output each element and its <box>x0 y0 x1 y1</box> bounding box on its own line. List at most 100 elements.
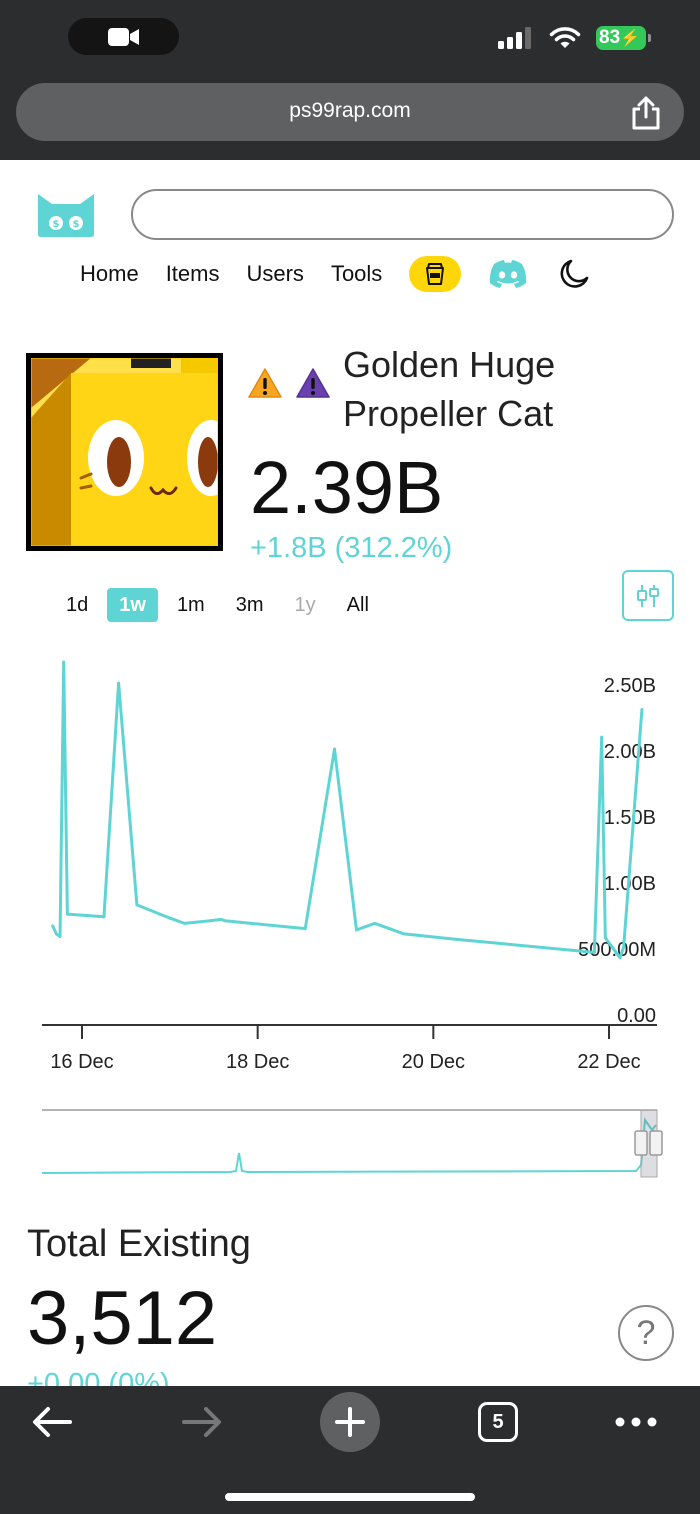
forward-button[interactable] <box>180 1400 224 1444</box>
y-tick-label: 2.50B <box>604 675 656 697</box>
range-1d[interactable]: 1d <box>54 588 100 622</box>
dark-mode-toggle[interactable] <box>558 258 590 290</box>
price-point <box>208 919 212 923</box>
price-point <box>168 916 172 920</box>
price-point <box>592 950 596 954</box>
range-1m[interactable]: 1m <box>165 588 217 622</box>
candlestick-toggle-button[interactable] <box>622 570 674 621</box>
more-menu-button[interactable] <box>614 1400 658 1444</box>
price-point <box>62 660 66 664</box>
navigator-series-line <box>41 1117 657 1174</box>
purple-warning-icon[interactable] <box>296 368 330 398</box>
y-tick-label: 500.00M <box>578 939 656 961</box>
cellular-signal-icon <box>498 27 531 49</box>
price-point <box>600 735 604 739</box>
battery-level: 83 <box>599 27 621 48</box>
address-bar[interactable]: ps99rap.com <box>16 83 684 141</box>
nav-home[interactable]: Home <box>80 261 139 287</box>
wifi-icon <box>549 27 581 48</box>
price-point <box>117 681 121 685</box>
total-existing-value: 3,512 <box>27 1276 218 1361</box>
price-point <box>219 917 223 921</box>
video-camera-icon <box>108 28 139 46</box>
web-page: $ $ Home Items Users Tools Golden Huge P… <box>0 160 700 1386</box>
price-point <box>58 935 62 939</box>
golden-propeller-cat-image <box>31 358 218 546</box>
navigator-left-handle <box>634 1130 648 1156</box>
coffee-cup-icon <box>426 263 445 285</box>
price-chart[interactable]: 16 Dec 18 Dec 20 Dec 22 Dec0.00500.00M1.00B… <box>0 650 700 1190</box>
range-1w[interactable]: 1w <box>107 588 158 622</box>
price-point <box>65 912 69 916</box>
browser-top-chrome: 83⚡ ps99rap.com <box>0 0 700 160</box>
nav-users[interactable]: Users <box>246 261 303 287</box>
navigator-right-handle <box>649 1130 663 1156</box>
question-mark-icon: ? <box>636 1313 656 1352</box>
price-point <box>402 932 406 936</box>
warning-icon[interactable] <box>248 368 282 398</box>
charging-bolt-icon: ⚡ <box>620 30 641 47</box>
price-point <box>135 903 139 907</box>
dynamic-island <box>68 18 179 55</box>
total-existing-label: Total Existing <box>27 1223 251 1265</box>
new-tab-button[interactable] <box>320 1392 380 1452</box>
discord-icon <box>490 260 527 288</box>
tabs-button[interactable]: 5 <box>478 1402 518 1442</box>
buy-coffee-button[interactable] <box>409 256 462 292</box>
price-point <box>618 956 622 960</box>
y-tick-label: 2.00B <box>604 741 656 763</box>
price-series-line <box>51 660 644 960</box>
price-point <box>373 921 377 925</box>
nav-items[interactable]: Items <box>166 261 220 287</box>
tab-count: 5 <box>492 1410 504 1433</box>
price-point <box>223 919 227 923</box>
item-image <box>26 353 223 551</box>
plus-icon <box>335 1407 365 1437</box>
y-tick-label: 0.00 <box>617 1005 656 1027</box>
status-icons: 83⚡ <box>498 26 651 50</box>
range-3m[interactable]: 3m <box>224 588 276 622</box>
price-point <box>603 936 607 940</box>
svg-text:$: $ <box>73 219 80 230</box>
price-point <box>102 915 106 919</box>
share-icon[interactable] <box>630 96 662 130</box>
x-tick-label: 22 Dec <box>577 1051 640 1073</box>
range-1y[interactable]: 1y <box>283 588 328 622</box>
home-indicator <box>225 1493 475 1501</box>
url-text[interactable]: ps99rap.com <box>16 99 684 123</box>
price-point <box>182 921 186 925</box>
moon-icon <box>560 259 589 288</box>
price-point <box>354 928 358 932</box>
price-point <box>622 945 626 949</box>
svg-text:$: $ <box>53 219 60 230</box>
y-tick-label: 1.50B <box>604 807 656 829</box>
help-button[interactable]: ? <box>618 1305 674 1361</box>
price-point <box>54 932 58 936</box>
x-tick-label: 20 Dec <box>402 1051 465 1073</box>
arrow-right-icon <box>182 1407 221 1437</box>
price-point <box>453 937 457 941</box>
price-change: +1.8B (312.2%) <box>250 532 453 564</box>
item-name: Golden Huge Propeller Cat <box>343 344 556 434</box>
price-point <box>303 927 307 931</box>
site-logo-cat-icon[interactable]: $ $ <box>36 188 96 238</box>
x-tick-label: 18 Dec <box>226 1051 289 1073</box>
range-all[interactable]: All <box>335 588 381 622</box>
arrow-left-icon <box>33 1407 72 1437</box>
time-range-selector: 1d 1w 1m 3m 1y All <box>54 588 388 622</box>
main-nav: Home Items Users Tools <box>80 256 590 292</box>
price-point <box>51 924 55 928</box>
candlestick-icon <box>637 584 659 607</box>
x-tick-label: 16 Dec <box>50 1051 113 1073</box>
price-point <box>333 747 337 751</box>
search-input[interactable] <box>131 189 674 240</box>
more-dots-icon <box>615 1417 657 1427</box>
discord-link[interactable] <box>488 259 528 289</box>
price-point <box>640 708 644 712</box>
back-button[interactable] <box>30 1400 74 1444</box>
item-price: 2.39B <box>250 446 444 529</box>
battery-indicator: 83⚡ <box>596 26 651 50</box>
browser-toolbar: 5 <box>0 1386 700 1514</box>
total-existing-change: +0.00 (0%) <box>27 1368 170 1386</box>
nav-tools[interactable]: Tools <box>331 261 382 287</box>
